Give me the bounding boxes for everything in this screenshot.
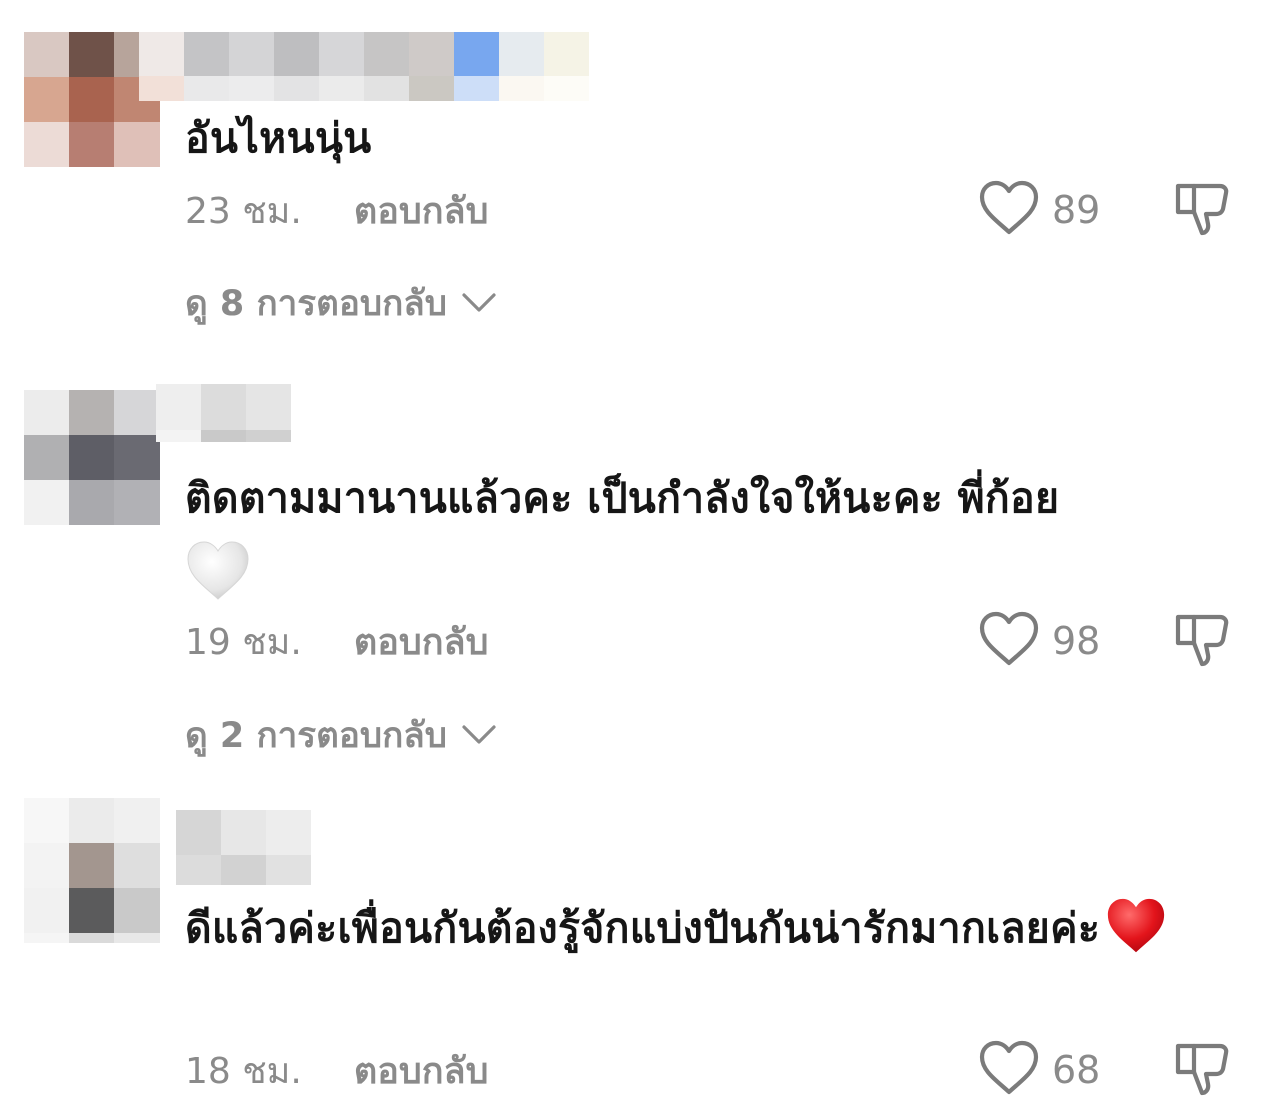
username[interactable] <box>176 810 311 885</box>
username[interactable] <box>156 384 291 442</box>
reply-button[interactable]: ตอบกลับ <box>354 1042 489 1099</box>
timestamp: 19 ชม. <box>185 621 302 663</box>
thumbs-down-outline-icon <box>1172 1043 1232 1102</box>
thumbs-down-outline-icon <box>1172 183 1232 242</box>
heart-outline-icon <box>978 611 1040 671</box>
heart-outline-icon <box>978 180 1040 240</box>
reply-button[interactable]: ตอบกลับ <box>354 182 489 239</box>
comment-meta: 19 ชม. ตอบกลับ <box>185 616 488 666</box>
like-count: 68 <box>1052 1048 1101 1092</box>
comment-text: ดีแล้วค่ะเพื่อนกันต้องรู้จักแบ่งปันกันน่… <box>185 893 1245 963</box>
like-button[interactable]: 89 <box>978 180 1100 240</box>
comment-item-2: ติดตามมานานแล้วคะ เป็นกำลังใจให้นะคะ พี่… <box>0 340 1280 780</box>
comment-body: อันไหนนุ่น <box>185 114 372 162</box>
thumbs-down-outline-icon <box>1172 614 1232 673</box>
avatar[interactable] <box>24 798 160 943</box>
comment-meta: 18 ชม. ตอบกลับ <box>185 1045 488 1095</box>
like-button[interactable]: 68 <box>978 1040 1100 1100</box>
like-count: 89 <box>1052 188 1101 232</box>
timestamp: 18 ชม. <box>185 1050 302 1092</box>
chevron-down-icon <box>461 292 497 314</box>
red-heart-emoji <box>1100 898 1168 953</box>
reply-button[interactable]: ตอบกลับ <box>354 613 489 670</box>
comment-body: ดีแล้วค่ะเพื่อนกันต้องรู้จักแบ่งปันกันน่… <box>185 904 1101 952</box>
like-button[interactable]: 98 <box>978 611 1100 671</box>
view-replies-button[interactable]: ดู 8 การตอบกลับ <box>185 278 497 328</box>
white-heart-emoji <box>185 533 1245 603</box>
timestamp: 23 ชม. <box>185 190 302 232</box>
view-replies-label: ดู 2 การตอบกลับ <box>185 715 447 756</box>
view-replies-label: ดู 8 การตอบกลับ <box>185 283 447 324</box>
comment-item-3: ดีแล้วค่ะเพื่อนกันต้องรู้จักแบ่งปันกันน่… <box>0 780 1280 1116</box>
comment-body: ติดตามมานานแล้วคะ เป็นกำลังใจให้นะคะ พี่… <box>185 474 1060 522</box>
comment-meta: 23 ชม. ตอบกลับ <box>185 185 488 235</box>
comment-text: อันไหนนุ่น <box>185 103 1245 173</box>
username[interactable] <box>139 32 589 101</box>
comment-item-1: อันไหนนุ่น 23 ชม. ตอบกลับ 89 ดู 8 การตอบ… <box>0 0 1280 340</box>
heart-outline-icon <box>978 1040 1040 1100</box>
dislike-button[interactable] <box>1172 609 1232 669</box>
avatar[interactable] <box>24 390 160 525</box>
dislike-button[interactable] <box>1172 1038 1232 1098</box>
dislike-button[interactable] <box>1172 178 1232 238</box>
view-replies-button[interactable]: ดู 2 การตอบกลับ <box>185 710 497 760</box>
comment-text: ติดตามมานานแล้วคะ เป็นกำลังใจให้นะคะ พี่… <box>185 463 1245 603</box>
chevron-down-icon <box>461 724 497 746</box>
like-count: 98 <box>1052 619 1101 663</box>
